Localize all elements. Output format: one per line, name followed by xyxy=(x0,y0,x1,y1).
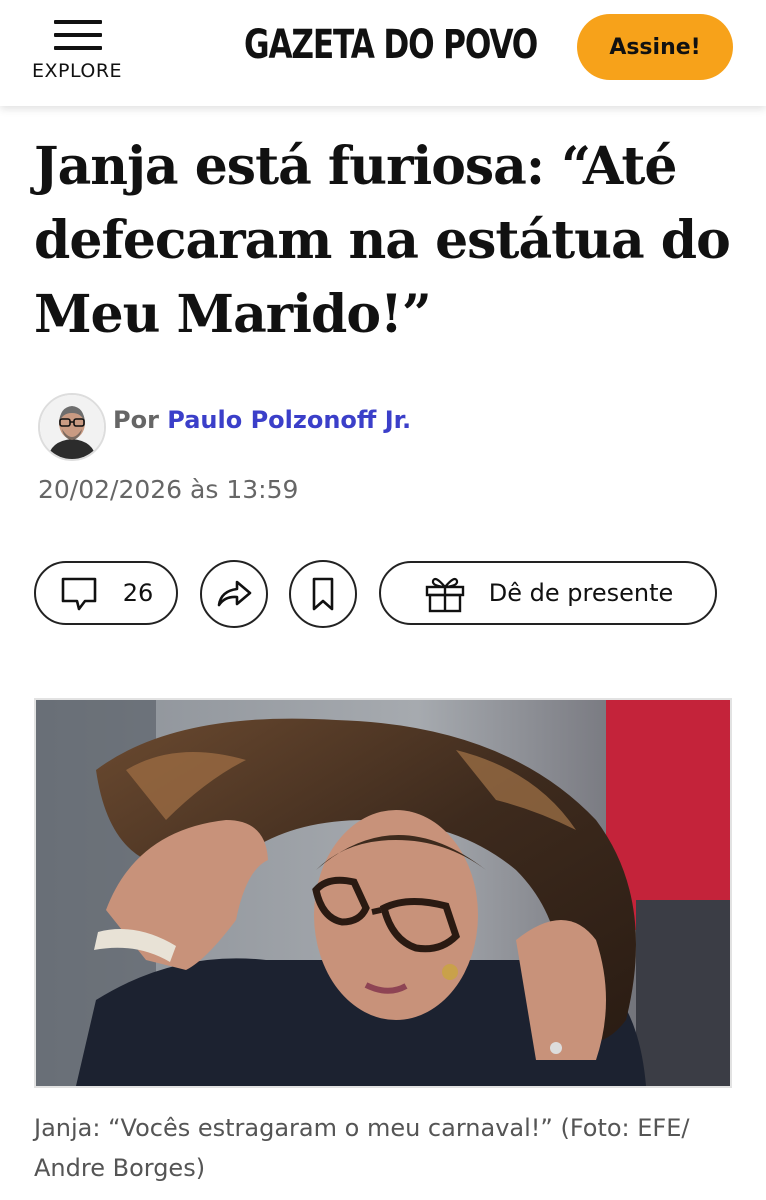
author-avatar[interactable] xyxy=(38,393,106,461)
site-logo[interactable]: GAZETA DO POVO xyxy=(244,22,538,68)
bookmark-icon xyxy=(312,577,334,611)
top-bar: EXPLORE GAZETA DO POVO Assine! xyxy=(0,0,766,106)
author-link[interactable]: Paulo Polzonoff Jr. xyxy=(167,406,411,434)
gift-article-button[interactable]: Dê de presente xyxy=(379,561,717,625)
share-arrow-icon xyxy=(217,580,252,607)
comments-button[interactable]: 26 xyxy=(34,561,178,625)
article-headline: Janja está furiosa: “Até defecaram na es… xyxy=(34,136,731,345)
explore-label: EXPLORE xyxy=(32,60,123,82)
gift-icon xyxy=(425,577,464,613)
hamburger-icon xyxy=(54,20,102,50)
comment-icon xyxy=(61,577,97,611)
byline: Por Paulo Polzonoff Jr. xyxy=(113,406,411,434)
byline-prefix: Por xyxy=(113,406,159,434)
photo-caption: Janja: “Vocês estragaram o meu carnaval!… xyxy=(34,1114,690,1182)
gift-label: Dê de presente xyxy=(488,579,674,607)
article-photo[interactable] xyxy=(34,698,732,1088)
bookmark-button[interactable] xyxy=(289,560,357,628)
woman-adjusting-hair-photo xyxy=(36,700,730,1086)
author-portrait-icon xyxy=(40,395,104,459)
publish-date: 20/02/2026 às 13:59 xyxy=(38,475,299,504)
share-button[interactable] xyxy=(200,560,268,628)
subscribe-button[interactable]: Assine! xyxy=(577,14,733,80)
comment-count: 26 xyxy=(122,579,154,607)
